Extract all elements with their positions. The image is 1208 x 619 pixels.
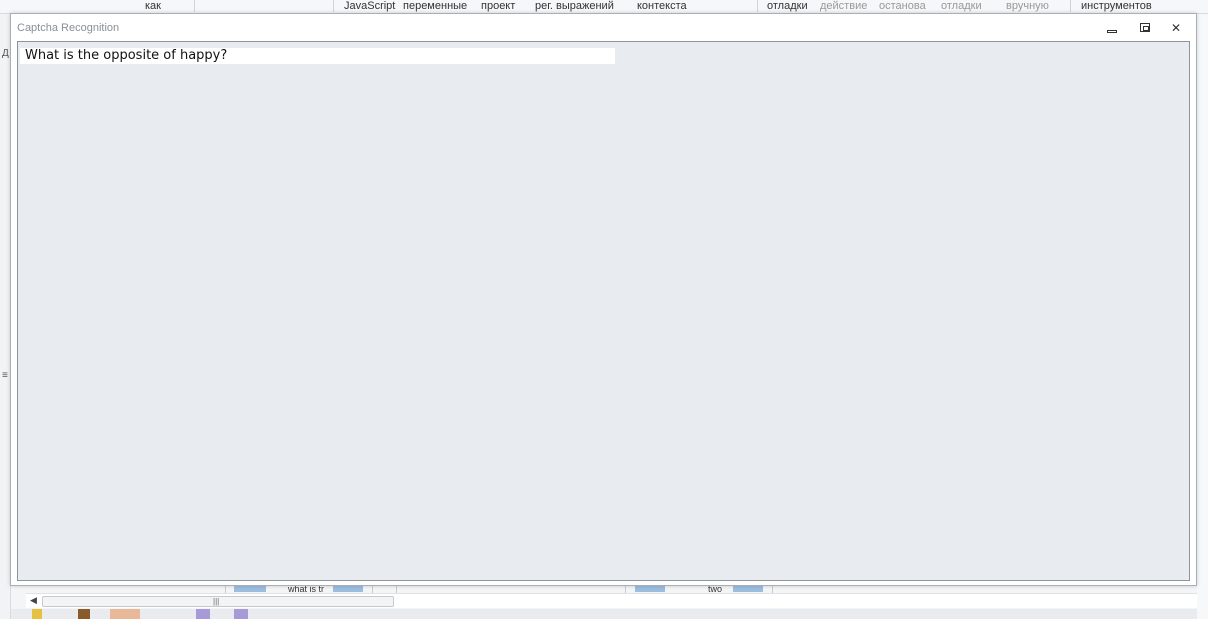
maximize-icon bbox=[1140, 23, 1150, 32]
table-column-divider bbox=[772, 585, 773, 593]
scroll-grip-icon: ||| bbox=[213, 597, 220, 606]
captcha-dialog: Captcha Recognition ✕ What is the opposi… bbox=[10, 13, 1197, 586]
ribbon-label[interactable]: JavaScript bbox=[344, 0, 395, 13]
ribbon-label[interactable]: вручную bbox=[1006, 0, 1049, 13]
close-icon: ✕ bbox=[1170, 21, 1182, 35]
table-column-divider bbox=[396, 585, 397, 593]
scrollbar-thumb[interactable]: ||| bbox=[42, 596, 394, 607]
table-cell-highlight bbox=[635, 586, 665, 592]
ribbon-label[interactable]: инструментов bbox=[1081, 0, 1152, 13]
ribbon-label[interactable]: отладки bbox=[767, 0, 808, 13]
status-icon bbox=[110, 609, 140, 619]
panel-tab-icon[interactable]: Д bbox=[2, 48, 9, 59]
status-icon bbox=[234, 609, 248, 619]
ribbon-label[interactable]: проект bbox=[481, 0, 515, 13]
status-icon bbox=[196, 609, 210, 619]
splitter-grip-icon[interactable]: ≡ bbox=[2, 370, 8, 381]
table-column-divider bbox=[225, 585, 226, 593]
status-icon bbox=[78, 609, 90, 619]
table-cell-highlight bbox=[234, 586, 266, 592]
minimize-button[interactable] bbox=[1104, 20, 1120, 36]
ribbon-label[interactable]: останова bbox=[879, 0, 926, 13]
scroll-left-arrow-icon[interactable]: ◀ bbox=[30, 595, 37, 606]
ribbon-label[interactable]: отладки bbox=[941, 0, 982, 13]
ribbon-label[interactable]: рег. выражений bbox=[535, 0, 614, 13]
table-cell-highlight bbox=[733, 586, 763, 592]
background-ribbon: как JavaScript переменные проект рег. вы… bbox=[0, 0, 1208, 14]
dialog-titlebar[interactable]: Captcha Recognition ✕ bbox=[11, 14, 1196, 41]
captcha-content-area: What is the opposite of happy? bbox=[17, 41, 1190, 581]
dialog-title: Captcha Recognition bbox=[17, 22, 120, 34]
maximize-button[interactable] bbox=[1137, 20, 1153, 36]
horizontal-scrollbar[interactable]: ◀ ||| bbox=[26, 593, 1197, 608]
ribbon-label[interactable]: контекста bbox=[637, 0, 687, 13]
table-cell-highlight bbox=[333, 586, 363, 592]
captcha-question: What is the opposite of happy? bbox=[20, 48, 615, 64]
background-status-bar bbox=[11, 609, 1197, 619]
close-button[interactable]: ✕ bbox=[1168, 20, 1184, 36]
ribbon-label[interactable]: действие bbox=[820, 0, 867, 13]
minimize-icon bbox=[1107, 30, 1117, 33]
ribbon-label[interactable]: как bbox=[145, 0, 161, 13]
table-column-divider bbox=[625, 585, 626, 593]
ribbon-label[interactable]: переменные bbox=[403, 0, 467, 13]
status-icon bbox=[32, 609, 42, 619]
table-column-divider bbox=[372, 585, 373, 593]
background-right-panel bbox=[1197, 14, 1208, 619]
